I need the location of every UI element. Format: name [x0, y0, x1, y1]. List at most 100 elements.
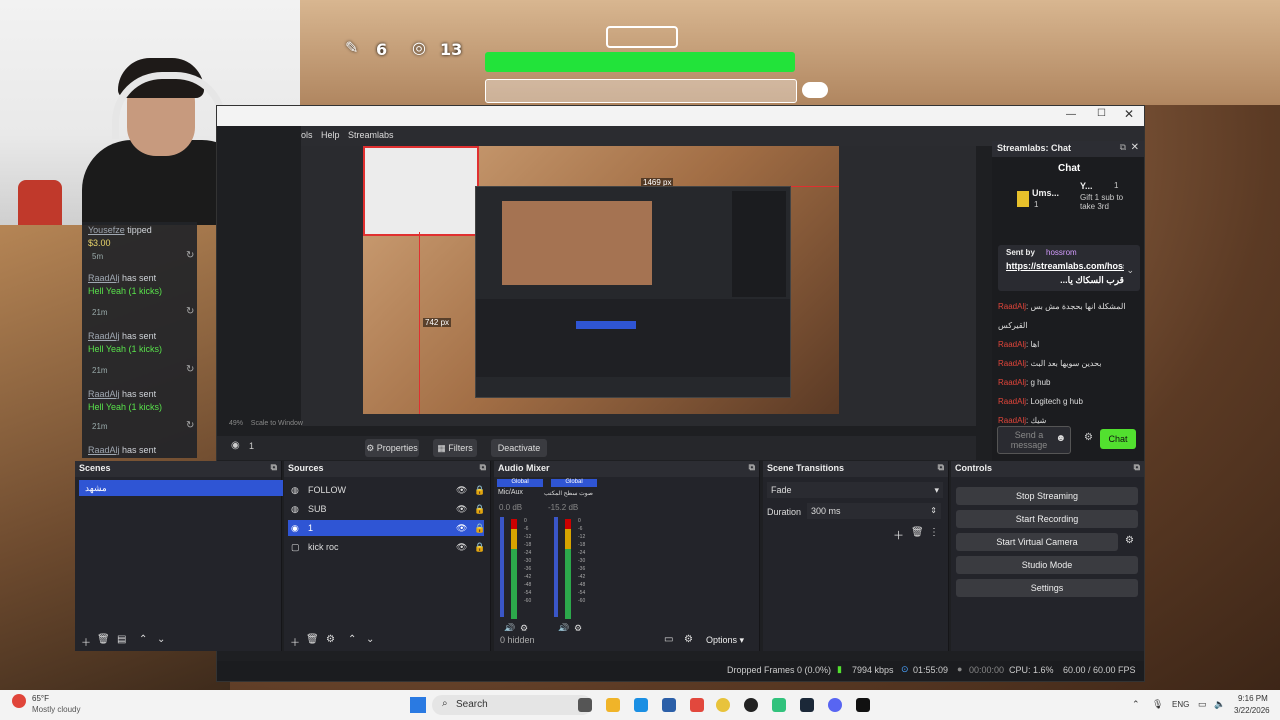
undock-icon[interactable]: ⧉	[1120, 142, 1126, 153]
close-icon[interactable]: ✕	[1131, 142, 1139, 153]
add-icon[interactable]: ＋	[290, 634, 300, 649]
trash-icon[interactable]: 🗑	[97, 634, 110, 645]
gear-icon[interactable]: ⚙	[326, 634, 335, 645]
properties-button[interactable]: ⚙ Properties	[365, 439, 419, 457]
replay-icon[interactable]: ↻	[186, 306, 194, 317]
up-arrow-icon[interactable]: ⌃	[139, 634, 147, 645]
layout-icon[interactable]: ▭	[664, 634, 673, 645]
chat-input[interactable]: Send a message ☻	[997, 426, 1071, 454]
start-virtual-camera-button[interactable]: Start Virtual Camera	[956, 533, 1118, 551]
duration-label: Duration	[767, 507, 802, 517]
weather-desc[interactable]: Mostly cloudy	[32, 705, 80, 714]
transition-select[interactable]: Fade ▾	[767, 482, 943, 498]
undock-icon[interactable]: ⧉	[480, 462, 486, 473]
zoom-value: 49%	[229, 420, 244, 427]
weather-icon[interactable]	[12, 694, 26, 708]
replay-icon[interactable]: ↻	[186, 420, 194, 431]
channel-name[interactable]: Mic/Aux	[498, 489, 523, 496]
add-icon[interactable]: ＋	[81, 634, 91, 649]
app-icon[interactable]	[690, 698, 704, 712]
down-arrow-icon[interactable]: ⌄	[157, 634, 165, 645]
properties-label: Properties	[376, 443, 418, 453]
undock-icon[interactable]: ⧉	[749, 462, 755, 473]
network-icon[interactable]: ▭	[1198, 699, 1207, 710]
add-icon[interactable]: ＋	[893, 527, 904, 543]
chrome-icon[interactable]	[716, 698, 730, 712]
minimize-button[interactable]: —	[1066, 109, 1076, 120]
studio-mode-button[interactable]: Studio Mode	[956, 556, 1138, 574]
filter-icon[interactable]: ▤	[117, 634, 126, 645]
settings-button[interactable]: Settings	[956, 579, 1138, 597]
advanced-audio-icon[interactable]: ⚙	[684, 634, 693, 645]
target-count: 13	[440, 40, 463, 59]
source-item[interactable]: kick roc ▢ 👁 🔒	[288, 539, 485, 555]
menu-help[interactable]: Help	[321, 130, 340, 140]
duration-input[interactable]: 300 ms ⇕	[807, 503, 941, 519]
chevron-down-icon[interactable]: ⌄	[1126, 265, 1134, 276]
menu-streamlabs[interactable]: Streamlabs	[348, 130, 394, 140]
task-view-icon[interactable]	[578, 698, 592, 712]
streamlabs-icon[interactable]	[772, 698, 786, 712]
trash-icon[interactable]: 🗑	[306, 634, 319, 645]
lock-icon[interactable]: 🔒	[474, 539, 485, 555]
chevron-up-icon[interactable]: ⌃	[1132, 699, 1140, 710]
language-indicator[interactable]: ENG	[1172, 700, 1189, 709]
tick-label: -6	[578, 526, 583, 532]
close-button[interactable]: ✕	[1124, 107, 1134, 121]
lock-icon[interactable]: 🔒	[474, 520, 485, 536]
pinned-link[interactable]: https://streamlabs.com/hossrom/tip	[1006, 261, 1124, 271]
undock-icon[interactable]: ⧉	[271, 462, 277, 473]
weather-temp[interactable]: 65°F	[32, 694, 49, 703]
file-explorer-icon[interactable]	[606, 698, 620, 712]
more-icon[interactable]: ⋮	[929, 527, 939, 538]
chat-send-button[interactable]: Chat	[1100, 429, 1136, 449]
menu-tools[interactable]: ols	[301, 130, 313, 140]
stop-streaming-button[interactable]: Stop Streaming	[956, 487, 1138, 505]
volume-icon[interactable]: 🔈	[1214, 699, 1225, 710]
volume-slider[interactable]	[554, 517, 558, 617]
source-item[interactable]: FOLLOW ◍ 👁 🔒	[288, 482, 485, 498]
replay-icon[interactable]: ↻	[186, 364, 194, 375]
gear-icon[interactable]: ⚙	[1125, 535, 1134, 546]
webcam-source[interactable]	[363, 146, 479, 236]
mic-icon[interactable]: 🎙	[1152, 699, 1163, 710]
lock-icon[interactable]: 🔒	[474, 501, 485, 517]
options-button[interactable]: Options ▾	[706, 635, 744, 646]
source-item[interactable]: 1 ◉ 👁 🔒	[288, 520, 485, 536]
discord-icon[interactable]	[828, 698, 842, 712]
steam-icon[interactable]	[800, 698, 814, 712]
obs-icon[interactable]	[744, 698, 758, 712]
stepper-icon[interactable]: ⇕	[930, 503, 937, 519]
source-item[interactable]: SUB ◍ 👁 🔒	[288, 501, 485, 517]
channel-name[interactable]: صوت سطح المكتب	[544, 490, 600, 497]
unreal-icon[interactable]	[856, 698, 870, 712]
replay-icon[interactable]: ↻	[186, 250, 194, 261]
edge-icon[interactable]	[634, 698, 648, 712]
gear-icon[interactable]: ⚙	[1084, 432, 1093, 443]
sources-dock: Sources ⧉ FOLLOW ◍ 👁 🔒 SUB ◍ 👁 🔒 1 ◉ 👁 🔒 kick roc ▢…	[284, 461, 491, 651]
eye-icon[interactable]: 👁	[456, 501, 467, 517]
fps: 60.00 / 60.00 FPS	[1063, 665, 1136, 675]
up-arrow-icon[interactable]: ⌃	[348, 634, 356, 645]
start-recording-button[interactable]: Start Recording	[956, 510, 1138, 528]
undock-icon[interactable]: ⧉	[1134, 462, 1140, 473]
filters-button[interactable]: ▦ Filters	[433, 439, 477, 457]
eye-icon[interactable]: 👁	[456, 520, 467, 536]
eye-icon[interactable]: 👁	[456, 539, 467, 555]
undock-icon[interactable]: ⧉	[938, 462, 944, 473]
scene-item[interactable]: مشهد	[79, 480, 283, 496]
emote-icon[interactable]: ☻	[1055, 433, 1066, 444]
clock-time[interactable]: 9:16 PM	[1238, 694, 1268, 703]
tick-label: -54	[524, 590, 532, 596]
taskbar-search[interactable]: ⌕ Search	[432, 695, 592, 715]
trash-icon[interactable]: 🗑	[911, 527, 924, 538]
volume-slider[interactable]	[500, 517, 504, 617]
deactivate-button[interactable]: Deactivate	[491, 439, 547, 457]
clock-date[interactable]: 3/22/2026	[1234, 706, 1270, 715]
lock-icon[interactable]: 🔒	[474, 482, 485, 498]
eye-icon[interactable]: 👁	[456, 482, 467, 498]
windows-start-icon[interactable]	[410, 697, 426, 713]
maximize-button[interactable]: ☐	[1097, 108, 1106, 119]
down-arrow-icon[interactable]: ⌄	[366, 634, 374, 645]
store-icon[interactable]	[662, 698, 676, 712]
